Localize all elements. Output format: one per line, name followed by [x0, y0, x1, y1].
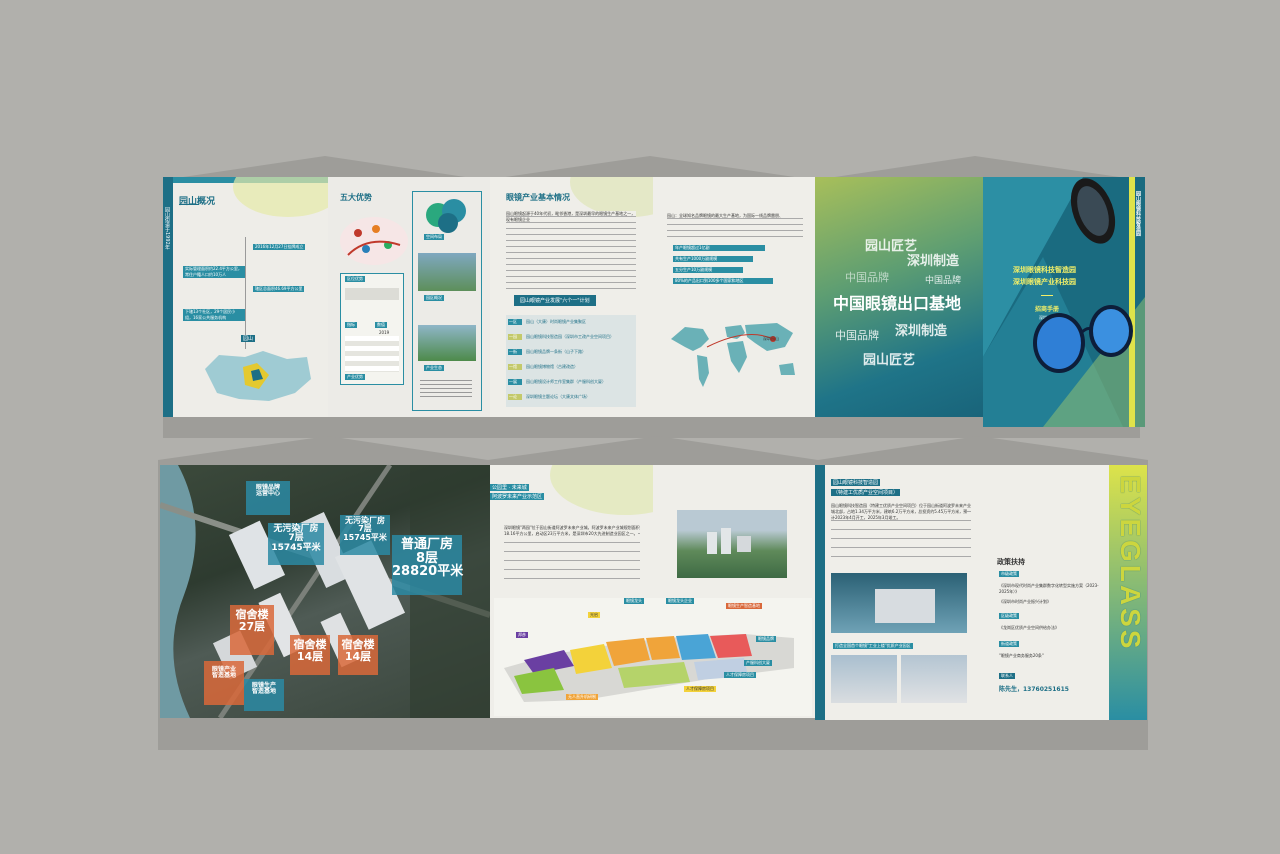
slogan: 中国品牌	[925, 276, 962, 286]
top-panel-6: 园山眼镜科技智造园 深圳眼镜科技智造园 深圳眼镜产业科技园 招商手册 深圳·园山	[983, 177, 1145, 427]
photo	[418, 325, 476, 361]
side-word: EYEGLASS	[1115, 475, 1146, 652]
map-tag: 眼镜品牌	[756, 636, 776, 642]
render-photo	[831, 655, 897, 703]
site-plan-map: 眼镜龙头 眼镜龙头企业 眼镜生产智造基地 邦彦 光启 眼镜品牌 产服科创大厦 人…	[494, 598, 812, 716]
bottom-panel-5: EYEGLASS 政策扶持 市级政策 《深圳市现代时尚产业集群数字化转型实施方案…	[983, 465, 1147, 720]
policy-item: 《深圳市现代时尚产业集群数字化转型实施方案（2023-2025年）》	[999, 583, 1099, 594]
building-label: 宿舍楼 14层	[338, 635, 378, 675]
section-title: 眼镜产业基本情况	[506, 193, 570, 202]
policy-section: 市级政策	[999, 571, 1019, 577]
top-panel-2: 五大优势 区位优势 指标 数值 2019 产业优势 空间布局 园区概况 产业生态	[328, 177, 490, 417]
slogan: 中国品牌	[835, 329, 879, 342]
bottom-panel-4: 园山眼镜科技智造园 （特建工优质产业空间项目） 园山眼镜科技智造园（特建工优质产…	[815, 465, 983, 720]
advantage-map	[340, 217, 408, 265]
section-tag: 阿波罗未来产业示范区	[490, 493, 545, 500]
slogan: 中国品牌	[845, 271, 889, 284]
policy-section: 街道政策	[999, 641, 1019, 647]
policy-section: 区级政策	[999, 613, 1019, 619]
map-tag: 无人直升机研制	[566, 694, 598, 700]
building-label: 眼镜品牌 运营中心	[246, 481, 290, 515]
sub-head: 空间布局	[424, 234, 444, 240]
section-title: 五大优势	[340, 193, 372, 202]
photo-caption: 打造全国首个眼镜"工业上楼"优质产业园区	[833, 643, 913, 649]
body-text: 园山眼镜起源于40年代初，毗邻香港，是深圳最早的眼镜生产基地之一，现有眼镜企业	[506, 211, 636, 291]
map-tag: 人才保障房项目	[724, 672, 756, 678]
building-label: 普通厂房 8层 28820平米	[392, 535, 463, 595]
section-title: 园山概况	[179, 197, 216, 207]
top-panel-3: 眼镜产业基本情况 园山眼镜起源于40年代初，毗邻香港，是深圳最早的眼镜生产基地之…	[490, 177, 653, 417]
map-tag: 产服科创大厦	[744, 660, 772, 666]
contact-label: 联系人	[999, 673, 1015, 679]
cloud-diagram	[426, 199, 466, 233]
building-label: 宿舍楼 27层	[230, 605, 274, 655]
top-panel-5: 园山匠艺 深圳制造 中国品牌 中国品牌 中国眼镜出口基地 中国品牌 深圳制造 园…	[815, 177, 983, 417]
map-label: 深圳园山	[763, 336, 779, 341]
plan-list: 一区 园山（大康）时尚眼镜产业集聚区 一园 园山眼镜科技智造园（深圳市工改产业空…	[506, 315, 636, 407]
sub-head: 园区概况	[424, 295, 444, 301]
render-photo	[901, 655, 967, 703]
cover-title: 深圳眼镜产业科技园	[1013, 278, 1076, 286]
cover-title: 深圳眼镜科技智造园	[1013, 266, 1076, 274]
map-label: 园山	[241, 335, 256, 342]
side-caption: 园山街道于1992年	[164, 207, 170, 250]
contact-info: 陈先生，13760251615	[999, 686, 1069, 693]
building-label: 眼镜产业 智造基地	[204, 661, 244, 705]
building-label: 无污染厂房 7层 15745平米	[268, 523, 324, 565]
policy-title: 政策扶持	[997, 558, 1025, 566]
table-head: 指标	[345, 322, 357, 328]
sunglasses-icon	[1070, 178, 1116, 244]
info-tag: 实际管理面积约22.4平方公里，常住户籍人口约10万人	[183, 266, 245, 278]
building-label: 无污染厂房 7层 15745平米	[340, 515, 390, 555]
top-panel-1: 园山街道于1992年 园山概况 2016年12月27日挂牌成立 实际管理面积约2…	[163, 177, 328, 417]
project-title: （特建工优质产业空间项目）	[831, 489, 901, 496]
policy-item: "眼镜产业商务服务20条"	[999, 653, 1044, 658]
body-text: 园山：全球知名品牌眼镜的最大生产基地，为国际一线品牌雷朋、	[667, 213, 803, 237]
slogan: 园山匠艺	[863, 353, 916, 368]
table-head: 数值	[375, 322, 387, 328]
body-text: 园山眼镜科技智造园（特建工优质产业空间项目）位于园山街道阿波罗未来产业城北部，占…	[831, 503, 971, 557]
policy-item: 《深圳市时尚产业振兴计划》	[999, 599, 1051, 604]
plan-title: 园山眼镜产业发展"六个一"计划	[514, 295, 596, 306]
info-tag: 2016年12月27日挂牌成立	[253, 244, 306, 250]
world-map	[671, 323, 795, 387]
top-panel-4: 园山：全球知名品牌眼镜的最大生产基地，为国际一线品牌雷朋、 年产眼镜超过1亿副 …	[653, 177, 815, 417]
photo	[418, 253, 476, 291]
map-tag: 眼镜生产智造基地	[726, 603, 762, 609]
map-tag: 眼镜龙头	[624, 598, 644, 604]
stat-bar: 80%的产品出口到100多个国家和地区	[673, 278, 773, 284]
info-tag: 辖区总面积46.69平方公里	[253, 286, 305, 292]
slogan: 深圳制造	[895, 324, 948, 339]
map-tag: 邦彦	[516, 632, 528, 638]
sub-head: 产业生态	[424, 365, 444, 371]
aerial-render: 眼镜品牌 运营中心 无污染厂房 7层 15745平米 无污染厂房 7层 1574…	[160, 465, 490, 718]
map-tag: 眼镜龙头企业	[666, 598, 694, 604]
stat-bar: 年产眼镜超过1亿副	[673, 245, 765, 251]
info-tag: 下辖13个社区，29个居民小组，16家公共服务机构	[183, 309, 245, 321]
building-label: 宿舍楼 14层	[290, 635, 330, 675]
slogan: 深圳制造	[907, 254, 960, 269]
section-tag: 公园里 · 未来城	[490, 484, 529, 491]
body-text: 深圳眼镜"两园"位于园山街道阿波罗未来产业城。阿波罗未来产业城规划面积18.16…	[504, 525, 640, 579]
box-head: 区位优势	[345, 276, 365, 282]
site-photo	[677, 510, 787, 578]
headline: 中国眼镜出口基地	[833, 294, 962, 313]
render-photo	[831, 573, 967, 633]
map-tag: 光启	[588, 612, 600, 618]
map-tag: 人才保障房项目	[684, 686, 716, 692]
data-table: 区位优势 指标 数值 2019 产业优势	[340, 273, 404, 385]
box-head: 产业优势	[345, 374, 365, 380]
stat-bar: 五分生产10万副规模	[673, 267, 743, 273]
building-label: 眼镜生产 智造基地	[244, 679, 284, 711]
sunglasses-icon	[1033, 305, 1133, 373]
project-title: 园山眼镜科技智造园	[831, 479, 881, 486]
stat-bar: 共有生产1000万副规模	[673, 256, 753, 262]
district-map	[205, 351, 311, 401]
policy-item: 《龙岗区优质产业空间供给办法》	[999, 625, 1059, 630]
